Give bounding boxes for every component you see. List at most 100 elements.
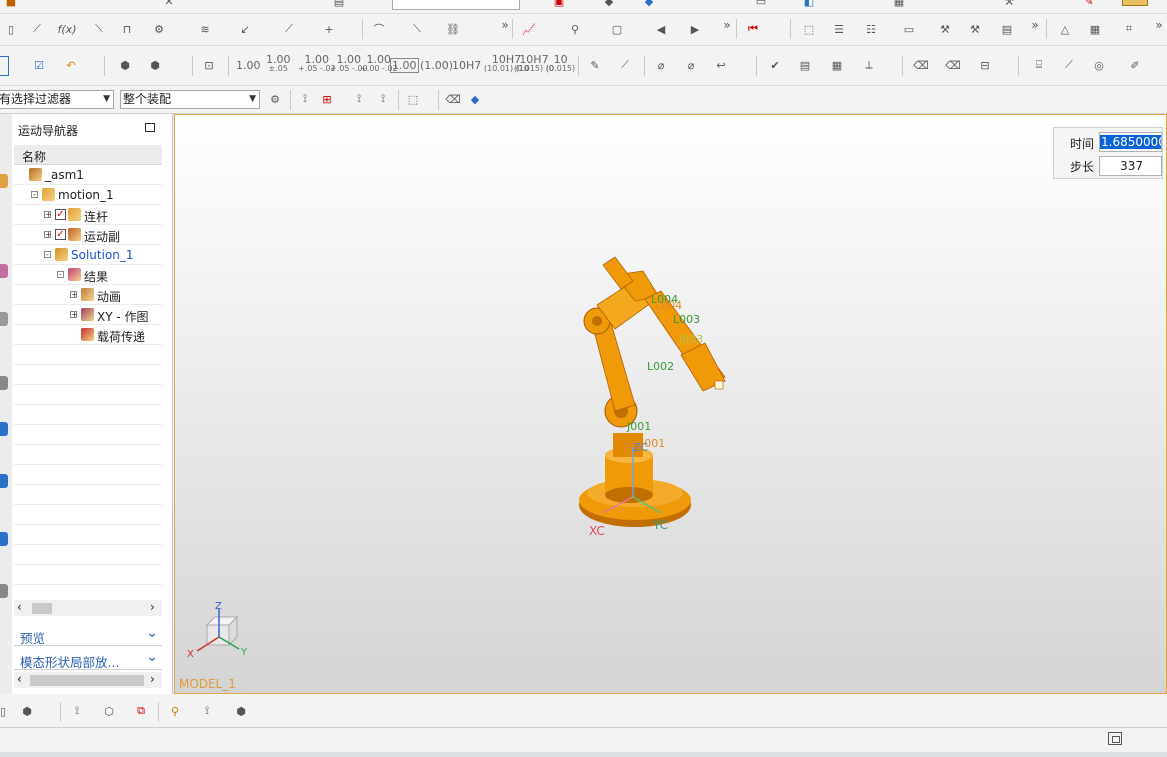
rope-icon[interactable]: ⌒ — [370, 20, 388, 38]
tree-row[interactable]: _asm1 — [14, 165, 162, 185]
layer-icon[interactable]: ☷ — [862, 20, 880, 38]
tool-icon[interactable]: ⟟ — [198, 702, 216, 720]
resource-tab-icon[interactable] — [0, 174, 8, 188]
tolerance-style-button[interactable]: 1.00 ±.05 — [266, 54, 291, 73]
snap-icon[interactable]: ⟟ — [296, 90, 314, 108]
tree-row[interactable]: + 动画 — [14, 285, 162, 305]
more-icon[interactable]: » — [1150, 16, 1167, 34]
resource-tab-icon[interactable] — [0, 312, 8, 326]
marker-icon[interactable]: ↙ — [236, 20, 254, 38]
tool-icon[interactable]: ⚒ — [936, 20, 954, 38]
table-icon[interactable]: ▦ — [1086, 20, 1104, 38]
axis-icon[interactable]: ⟂ — [860, 56, 878, 74]
link-label[interactable]: L002 — [647, 360, 674, 373]
filter-icon[interactable]: ⚙ — [266, 90, 284, 108]
tool-icon[interactable]: ⊓ — [118, 20, 136, 38]
disc-icon[interactable]: ◎ — [1090, 56, 1108, 74]
tolerance-style-button[interactable]: 10H7 — [452, 60, 481, 71]
cylinder-icon[interactable]: ⌸ — [1030, 56, 1048, 74]
more-icon[interactable]: » — [718, 16, 736, 34]
resource-tab-icon[interactable] — [0, 474, 8, 488]
ribbon-icon[interactable]: ▦ — [890, 0, 908, 10]
ruler-icon[interactable] — [1122, 0, 1148, 6]
tree-row[interactable]: - 结果 — [14, 265, 162, 285]
scroll-right-icon[interactable]: › — [150, 600, 155, 614]
tolerance-style-button[interactable]: (1.00) — [420, 60, 453, 71]
step-input[interactable]: 337 — [1099, 156, 1162, 176]
scroll-right-icon[interactable]: › — [150, 672, 155, 686]
expand-icon[interactable]: + — [44, 231, 52, 239]
feature-icon[interactable]: ⟋ — [28, 20, 46, 38]
ribbon-icon[interactable]: ◆ — [600, 0, 618, 10]
link-label[interactable]: J003 — [678, 333, 703, 346]
expand-icon[interactable]: + — [44, 211, 52, 219]
part-icon[interactable]: ⬢ — [146, 56, 164, 74]
ribbon-icon[interactable]: ▭ — [752, 0, 770, 10]
visibility-checkbox[interactable]: ✓ — [55, 209, 66, 220]
checklist-icon[interactable]: ☑ — [30, 56, 48, 74]
add-component-icon[interactable]: ⬢ — [18, 702, 36, 720]
tool-icon[interactable]: ⟍ — [408, 20, 426, 38]
tree-row[interactable]: + ✓ 运动副 — [14, 225, 162, 245]
snap-icon[interactable]: ⟟ — [374, 90, 392, 108]
resource-tab-icon[interactable] — [0, 532, 8, 546]
note-icon[interactable]: ⟋ — [616, 56, 634, 74]
tree-row[interactable]: - Solution_1 — [14, 245, 162, 265]
select-face-icon[interactable]: ⊞ — [318, 90, 336, 108]
link-label[interactable]: L003 — [673, 313, 700, 326]
expand-icon[interactable]: + — [70, 291, 78, 299]
part-icon[interactable]: ⬢ — [116, 56, 134, 74]
part-icon[interactable]: ▯ — [0, 702, 12, 720]
eraser-icon[interactable]: ⌫ — [944, 56, 962, 74]
visibility-checkbox[interactable]: ✓ — [55, 229, 66, 240]
fullscreen-icon[interactable] — [1108, 732, 1122, 745]
tree-row[interactable]: 载荷传递 — [14, 325, 162, 345]
maximize-icon[interactable] — [145, 123, 155, 132]
gear-icon[interactable]: ⚙ — [150, 20, 168, 38]
diameter-icon[interactable]: ⌀ — [682, 56, 700, 74]
arrow-left-icon[interactable]: ◀ — [652, 20, 670, 38]
sensor-icon[interactable]: ⚲ — [566, 20, 584, 38]
cube-icon[interactable]: ◆ — [466, 90, 484, 108]
part-icon[interactable]: ▦ — [828, 56, 846, 74]
undo-arrow-icon[interactable]: ↶ — [62, 56, 80, 74]
column-header-name[interactable]: 名称 — [14, 145, 162, 165]
more-icon[interactable]: » — [1026, 16, 1044, 34]
view-triad[interactable]: Z X Y — [187, 601, 248, 660]
navigator-hscrollbar[interactable]: ‹ › — [14, 600, 162, 616]
tree-row[interactable]: + ✓ 连杆 — [14, 205, 162, 225]
tolerance-style-button[interactable]: 1.00 — [236, 60, 261, 71]
snap-icon[interactable]: ⟟ — [350, 90, 368, 108]
resource-tab-icon[interactable] — [0, 264, 8, 278]
layer-icon[interactable]: ☰ — [830, 20, 848, 38]
box-icon[interactable]: ▢ — [608, 20, 626, 38]
scroll-left-icon[interactable]: ‹ — [17, 600, 22, 614]
resource-tab-icon[interactable] — [0, 376, 8, 390]
modal-shape-section[interactable]: 模态形状局部放... ⌄ — [14, 648, 162, 670]
move-icon[interactable]: ⧉ — [132, 702, 150, 720]
robot-arm-model[interactable]: L004L004L003J003L002J001J001 XC YC ZC Z … — [175, 115, 1167, 694]
link-label[interactable]: J001 — [626, 420, 651, 433]
ribbon-icon[interactable]: ▤ — [330, 0, 348, 10]
chevron-down-icon[interactable]: ⌄ — [146, 649, 158, 665]
eraser-icon[interactable]: ⌫ — [912, 56, 930, 74]
resource-tab-icon[interactable] — [0, 584, 8, 598]
chevron-down-icon[interactable]: ⌄ — [146, 625, 158, 641]
ribbon-icon[interactable]: ■ — [2, 0, 20, 10]
tool-icon[interactable]: ⚒ — [966, 20, 984, 38]
preview-section[interactable]: 预览 ⌄ — [14, 624, 162, 646]
resource-tab-icon[interactable] — [0, 422, 8, 436]
tool-icon[interactable]: ▭ — [900, 20, 918, 38]
return-arrow-icon[interactable]: ↩ — [712, 56, 730, 74]
link-label[interactable]: L004 — [655, 299, 682, 312]
scroll-left-icon[interactable]: ‹ — [17, 672, 22, 686]
command-finder-box[interactable] — [392, 0, 520, 10]
ribbon-icon[interactable]: ▣ — [550, 0, 568, 10]
time-input[interactable]: 1.6850000 — [1099, 132, 1162, 152]
tree-row[interactable]: - motion_1 — [14, 185, 162, 205]
expand-icon[interactable]: + — [70, 311, 78, 319]
scope-dropdown[interactable]: 整个装配 ▼ — [120, 90, 260, 109]
rewind-icon[interactable]: ⏮ — [744, 20, 762, 38]
ribbon-icon[interactable]: ✕ — [160, 0, 178, 10]
modal-hscrollbar[interactable]: ‹ › — [14, 672, 162, 688]
